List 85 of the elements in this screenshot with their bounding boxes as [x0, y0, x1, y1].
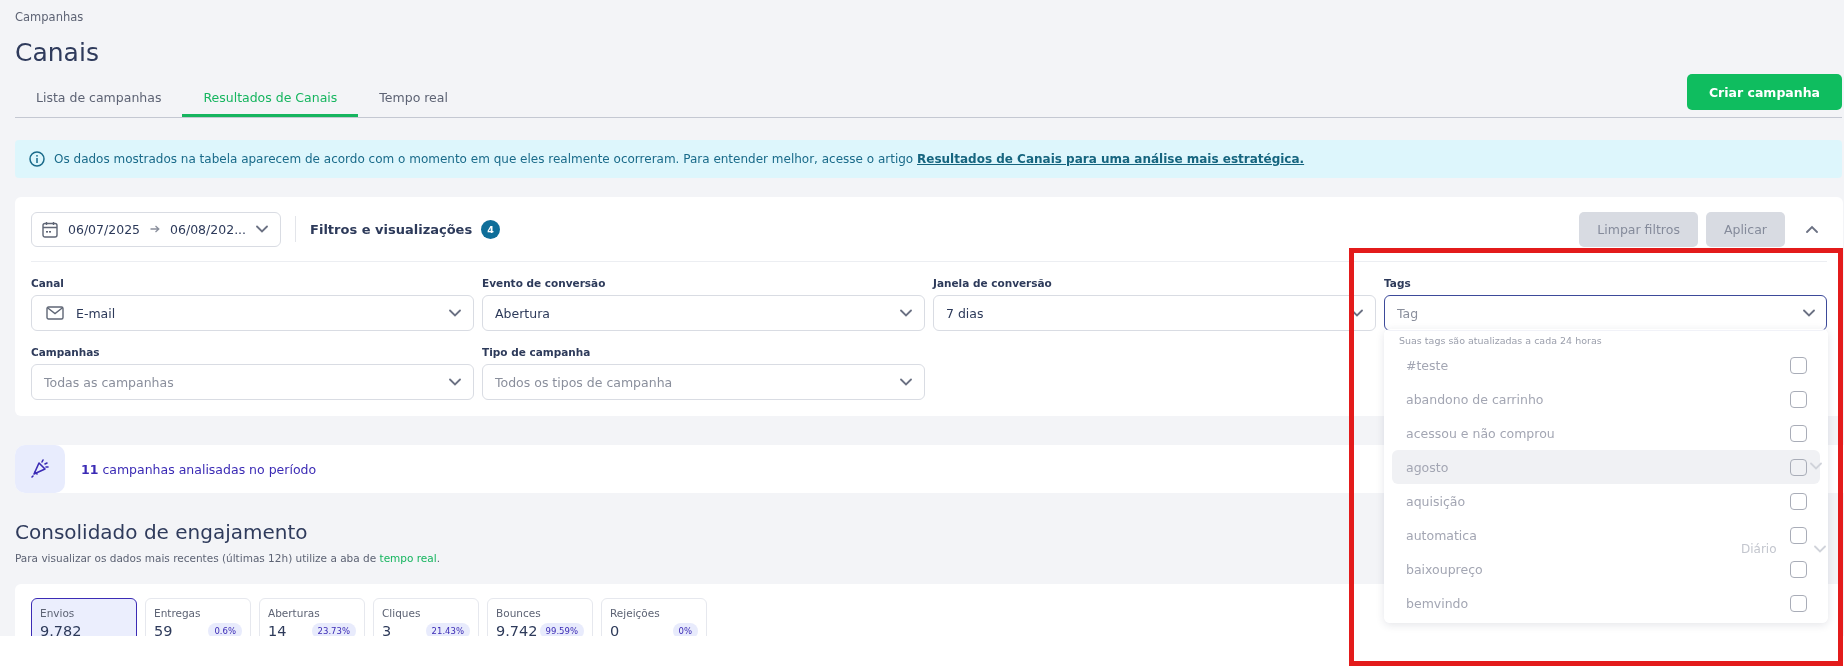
tag-option[interactable]: baixoupreço [1406, 561, 1483, 577]
page-title: Canais [15, 37, 99, 69]
checkbox[interactable] [1790, 560, 1807, 578]
tag-option[interactable]: abandono de carrinho [1406, 391, 1544, 407]
tag-option[interactable]: #teste [1406, 357, 1449, 373]
tag-option[interactable]: automatica [1406, 527, 1477, 543]
chevron-icon [900, 378, 912, 386]
field-label: Tipo de campanha [482, 345, 592, 359]
metric-value: 9.742 [496, 623, 538, 636]
rate-badge: 23.73% [311, 623, 356, 636]
article-link[interactable]: Resultados de Canais para uma análise mais estratégica. [917, 152, 1305, 166]
checkbox[interactable] [1790, 356, 1807, 374]
breadcrumb[interactable]: Campanhas [15, 9, 84, 25]
tag-option[interactable]: acessou e não comprou [1406, 425, 1555, 441]
campaign-count: 11 campanhas analisadas no período [81, 461, 317, 477]
realtime-link[interactable]: tempo real [379, 552, 437, 564]
checkbox[interactable] [1790, 526, 1807, 544]
date-range-field[interactable]: 06/07/2025 06/08/202... [31, 211, 282, 247]
megaphone-icon [30, 459, 50, 479]
start-date: 06/07/2025 [68, 221, 141, 237]
metric-label: Entregas [154, 606, 202, 620]
checkbox[interactable] [1790, 390, 1807, 408]
metric-label: Cliques [382, 606, 422, 620]
checkbox[interactable] [1790, 424, 1807, 442]
filters-title: Filtros e visualizações [310, 221, 473, 237]
metric-value: 59 [154, 623, 173, 636]
dropdown-note: Suas tags são atualizadas a cada 24 horas [1398, 334, 1603, 348]
chevron-icon [1806, 225, 1818, 233]
field-label: Canal [31, 276, 65, 290]
tag-input-field[interactable]: Tag [1384, 295, 1827, 331]
chevron-icon [449, 309, 461, 317]
metric-tile[interactable]: Rejeições 0 0% [601, 598, 707, 636]
metric-label: Bounces [496, 606, 542, 620]
metric-value: 14 [268, 623, 287, 636]
chevron-icon [449, 378, 461, 386]
rate-badge: 0% [672, 623, 698, 636]
rate-badge: 99.59% [539, 623, 584, 636]
field-label: Evento de conversão [482, 276, 607, 290]
tag-option[interactable]: bemvindo [1406, 595, 1469, 611]
chevron-icon [256, 225, 269, 233]
calendar-icon [42, 220, 58, 238]
count-badge: 4 [481, 219, 501, 239]
info-icon [29, 151, 45, 167]
period-select[interactable]: Diário [1741, 541, 1777, 557]
tag-option[interactable]: agosto [1406, 459, 1449, 475]
tab[interactable]: Lista de campanhas [15, 80, 183, 117]
select-field[interactable]: Todas as campanhas [31, 364, 474, 400]
metric-tile[interactable]: Entregas 59 0.6% [145, 598, 251, 636]
chevron-icon [1810, 462, 1822, 470]
chevron-icon [900, 309, 912, 317]
chevron-icon [1814, 545, 1826, 553]
arrow-right-icon [150, 225, 161, 233]
select-field[interactable]: Abertura [482, 295, 925, 331]
chevron-icon [1803, 309, 1815, 317]
section-subtitle: Para visualizar os dados mais recentes (últimas 12h) utilize a aba de tempo real. [15, 551, 440, 565]
rate-badge: 21.43% [425, 623, 470, 636]
metric-tile[interactable]: Cliques 3 21.43% [373, 598, 479, 636]
field-label: Janela de conversão [933, 276, 1053, 290]
select-field[interactable]: Todos os tipos de campanha [482, 364, 925, 400]
info-text: Os dados mostrados na tabela aparecem de acordo com o momento em que eles realmente ocorreram. Para entender melhor, acesse o artigo Resultados de Canais para uma análise mais estratégica. [54, 152, 1305, 166]
metric-value: 0 [610, 623, 620, 636]
rate-badge: 0.6% [208, 623, 242, 636]
metric-label: Envios [40, 606, 76, 620]
chevron-icon [1351, 309, 1363, 317]
metric-tile[interactable]: Aberturas 14 23.73% [259, 598, 365, 636]
field-label: Campanhas [31, 345, 101, 359]
tab[interactable]: Resultados de Canais [182, 80, 359, 117]
create-campaign-button[interactable]: Criar campanha [1686, 74, 1842, 110]
metric-tile[interactable]: Bounces 9.742 99.59% [487, 598, 593, 636]
checkbox[interactable] [1790, 458, 1807, 476]
metric-label: Rejeições [610, 606, 661, 620]
end-date: 06/08/202... [170, 221, 247, 237]
checkbox[interactable] [1790, 594, 1807, 612]
field-label: Tags [1384, 276, 1412, 290]
mail-icon [46, 306, 64, 320]
metric-tile[interactable]: Envios 9.782 [31, 598, 137, 636]
select-field[interactable]: E-mail [31, 295, 474, 331]
metric-value: 9.782 [40, 623, 82, 636]
metric-label: Aberturas [268, 606, 321, 620]
section-title: Consolidado de engajamento [15, 519, 308, 546]
tab[interactable]: Tempo real [358, 80, 469, 117]
select-field[interactable]: 7 dias [933, 295, 1376, 331]
metric-value: 3 [382, 623, 392, 636]
checkbox[interactable] [1790, 492, 1807, 510]
tag-option[interactable]: aquisição [1406, 493, 1466, 509]
